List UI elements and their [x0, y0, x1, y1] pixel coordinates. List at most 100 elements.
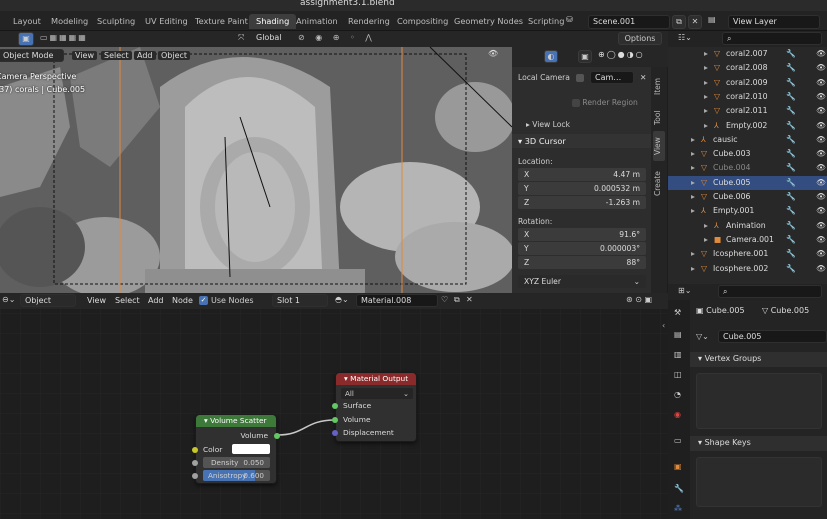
menu-view[interactable]: View	[72, 51, 97, 60]
transform-orientation-icon[interactable]: ⤧	[238, 33, 244, 43]
modifier-icon[interactable]: 🔧	[786, 247, 796, 261]
modifier-icon[interactable]: 🔧	[786, 176, 796, 190]
tab-uv-editing[interactable]: UV Editing	[138, 14, 195, 29]
tab-layout[interactable]: Layout	[6, 14, 48, 29]
outliner-row[interactable]: ▸ ▽ Icosphere.002 🔧 👁	[668, 262, 827, 276]
scene-copy-icon[interactable]: ⧉	[672, 15, 686, 29]
outliner-row[interactable]: ▸ ⅄ causic 🔧 👁	[668, 133, 827, 147]
world-icon[interactable]: ◉	[674, 410, 681, 419]
tab-create[interactable]: Create	[653, 163, 665, 205]
collection-icon[interactable]: ▭	[674, 436, 682, 445]
expand-arrow-icon[interactable]: ▸	[691, 161, 695, 175]
node-menu-add[interactable]: Add	[148, 296, 164, 305]
outliner-row[interactable]: ▸ ▽ Cube.003 🔧 👁	[668, 147, 827, 161]
location-z-field[interactable]: Z -1.263 m	[518, 196, 646, 209]
modifier-icon[interactable]: 🔧	[786, 233, 796, 247]
use-nodes-checkbox[interactable]: ✓	[199, 296, 208, 305]
node-menu-select[interactable]: Select	[115, 296, 140, 305]
properties-search-input[interactable]: ⌕	[718, 285, 822, 298]
rotation-mode-dropdown[interactable]: XYZ Euler ⌄	[518, 275, 646, 288]
material-output-node[interactable]: ▾ Material Output All ⌄ Surface Volume Disp…	[332, 372, 417, 442]
particles-icon[interactable]: ⁂	[674, 504, 682, 513]
visibility-eye-icon[interactable]: 👁	[816, 190, 826, 204]
displacement-input-socket[interactable]	[332, 430, 338, 436]
camera-field[interactable]: Cam…	[590, 71, 634, 84]
material-browse-icon[interactable]: ◓⌄	[335, 295, 349, 304]
surface-input-socket[interactable]	[332, 403, 338, 409]
menu-object[interactable]: Object	[158, 51, 191, 60]
tab-sculpting[interactable]: Sculpting	[90, 14, 142, 29]
expand-arrow-icon[interactable]: ▸	[704, 76, 708, 90]
outliner-row[interactable]: ▸ ▽ coral2.011 🔧 👁	[668, 104, 827, 118]
visibility-eye-icon[interactable]: 👁	[816, 233, 826, 247]
xray-icon[interactable]: ▣	[578, 50, 592, 63]
node-menu-view[interactable]: View	[87, 296, 106, 305]
expand-arrow-icon[interactable]: ▸	[704, 219, 708, 233]
outliner-row[interactable]: ▸ ▽ coral2.010 🔧 👁	[668, 90, 827, 104]
modifier-icon[interactable]: 🔧	[786, 204, 796, 218]
pivot-icons[interactable]: ⊘ ◉ ⊕ ◦ ⋀	[298, 33, 376, 42]
rotation-z-field[interactable]: Z 88°	[518, 256, 646, 269]
expand-arrow-icon[interactable]: ▸	[691, 190, 695, 204]
render-icon[interactable]: ▤	[674, 330, 682, 339]
volume-input-socket[interactable]	[332, 416, 338, 423]
cursor-tool-icon[interactable]: ▣	[18, 32, 34, 46]
modifier-icon[interactable]: 🔧	[674, 484, 684, 493]
material-copy-icon[interactable]: ⧉	[454, 295, 460, 305]
editor-type-icon[interactable]: ⊖⌄	[2, 295, 15, 304]
output-icon[interactable]: ▥	[674, 350, 682, 359]
outliner-search-input[interactable]: ⌕	[722, 32, 822, 45]
visibility-eye-icon[interactable]: 👁	[816, 161, 826, 175]
overlay-toggle-icon[interactable]: ◐	[544, 50, 558, 63]
visibility-eye-icon[interactable]: 👁	[816, 262, 826, 276]
visibility-eye-icon[interactable]: 👁	[816, 204, 826, 218]
vertex-groups-list[interactable]	[696, 373, 822, 429]
modifier-icon[interactable]: 🔧	[786, 119, 796, 133]
tab-compositing[interactable]: Compositing	[390, 14, 455, 29]
outliner-row[interactable]: ▸ ▽ Cube.005 🔧 👁	[668, 175, 827, 190]
volume-scatter-node[interactable]: ▾ Volume Scatter Volume Color Density 0.…	[192, 414, 280, 484]
slot-dropdown[interactable]: Slot 1	[272, 294, 328, 307]
visibility-eye-icon[interactable]: 👁	[816, 119, 826, 133]
tab-item[interactable]: Item	[653, 71, 665, 101]
outliner-row[interactable]: ▸ ▽ coral2.009 🔧 👁	[668, 76, 827, 90]
modifier-icon[interactable]: 🔧	[786, 262, 796, 276]
expand-arrow-icon[interactable]: ▸	[704, 47, 708, 61]
editor-type-icon[interactable]: ⊞⌄	[678, 286, 691, 295]
options-button[interactable]: Options	[618, 32, 662, 45]
visibility-eye-icon[interactable]: 👁	[816, 133, 826, 147]
expand-arrow-icon[interactable]: ▸	[691, 133, 695, 147]
location-x-field[interactable]: X 4.47 m	[518, 168, 646, 181]
modifier-icon[interactable]: 🔧	[786, 133, 796, 147]
object-tab-icon[interactable]: ▣	[674, 462, 682, 471]
visibility-eye-icon[interactable]: 👁	[816, 219, 826, 233]
outliner-row[interactable]: ▸ ■ Camera.001 🔧 👁	[668, 233, 827, 247]
object-menu-dropdown[interactable]: Object	[20, 294, 76, 307]
shading-mode-icons[interactable]: ⊕◯●◑○	[598, 50, 645, 59]
tab-scripting[interactable]: Scripting	[521, 14, 571, 29]
visibility-eye-icon[interactable]: 👁	[816, 147, 826, 161]
scene-tab-icon[interactable]: ◔	[674, 390, 681, 399]
rotation-x-field[interactable]: X 91.6°	[518, 228, 646, 241]
object-mode-dropdown[interactable]: Object Mode	[0, 49, 64, 62]
outliner-row[interactable]: ▸ ▽ Icosphere.001 🔧 👁	[668, 247, 827, 261]
pin-icon[interactable]: ⊛ ⊙ ▣	[626, 295, 652, 304]
sidebar-toggle-icon[interactable]: ‹	[662, 321, 665, 330]
visibility-eye-icon[interactable]: 👁	[816, 76, 826, 90]
material-field[interactable]: Material.008	[356, 294, 438, 307]
tab-geometry-nodes[interactable]: Geometry Nodes	[447, 14, 530, 29]
tab-view[interactable]: View	[653, 131, 665, 161]
tab-rendering[interactable]: Rendering	[341, 14, 397, 29]
expand-arrow-icon[interactable]: ▸	[691, 262, 695, 276]
visibility-eye-icon[interactable]: 👁	[816, 47, 826, 61]
expand-arrow-icon[interactable]: ▸	[704, 233, 708, 247]
expand-arrow-icon[interactable]: ▸	[704, 104, 708, 118]
node-menu-node[interactable]: Node	[172, 296, 193, 305]
tab-animation[interactable]: Animation	[289, 14, 345, 29]
shape-keys-list[interactable]	[696, 457, 822, 507]
transform-orientation-dropdown[interactable]: Global	[252, 32, 296, 45]
outliner-row[interactable]: ▸ ▽ coral2.007 🔧 👁	[668, 47, 827, 61]
scene-icon[interactable]: ⛁	[566, 15, 586, 28]
tool-icon[interactable]: ⚒	[674, 308, 681, 317]
tab-texture-paint[interactable]: Texture Paint	[188, 14, 255, 29]
